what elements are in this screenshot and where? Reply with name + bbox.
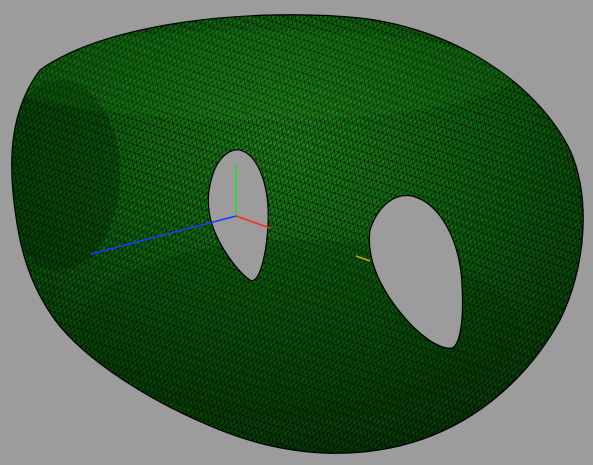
double-torus-mesh [11,14,584,454]
mesh-render-canvas[interactable] [0,0,593,465]
top-highlight [11,30,515,120]
3d-viewport[interactable] [0,0,593,465]
